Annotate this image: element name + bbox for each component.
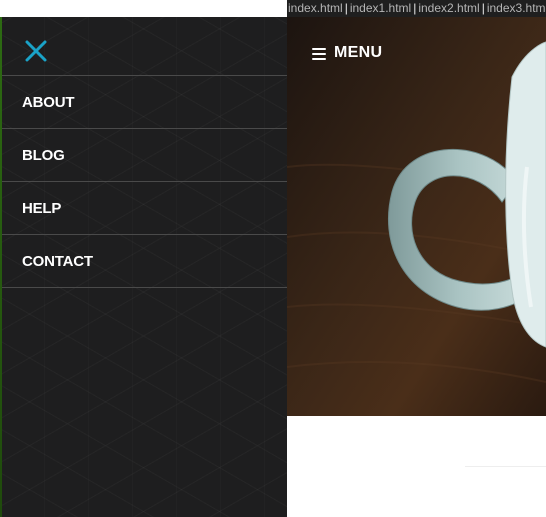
hamburger-icon (312, 47, 326, 60)
link-index[interactable]: index.html (288, 1, 343, 15)
link-index3[interactable]: index3.html (487, 1, 546, 15)
close-icon[interactable] (25, 40, 47, 62)
menu-label: MENU (334, 44, 383, 61)
divider-line (465, 466, 546, 467)
nav-item-about[interactable]: ABOUT (2, 76, 287, 129)
nav-item-help[interactable]: HELP (2, 182, 287, 235)
dev-link-bar: index.html | index1.html | index2.html | index… (0, 0, 546, 17)
hero-image: MENU (287, 17, 546, 416)
nav-menu: ABOUT BLOG HELP CONTACT (2, 75, 287, 288)
nav-item-contact[interactable]: CONTACT (2, 235, 287, 288)
link-separator: | (481, 1, 485, 15)
slide-out-nav: ABOUT BLOG HELP CONTACT (0, 17, 287, 517)
link-index1[interactable]: index1.html (350, 1, 411, 15)
coffee-cup-photo (287, 17, 546, 416)
menu-button[interactable]: MENU (312, 44, 382, 62)
link-index2[interactable]: index2.html (418, 1, 479, 15)
page-links: index.html | index1.html | index2.html | index… (287, 0, 546, 17)
nav-item-blog[interactable]: BLOG (2, 129, 287, 182)
link-separator: | (344, 1, 348, 15)
